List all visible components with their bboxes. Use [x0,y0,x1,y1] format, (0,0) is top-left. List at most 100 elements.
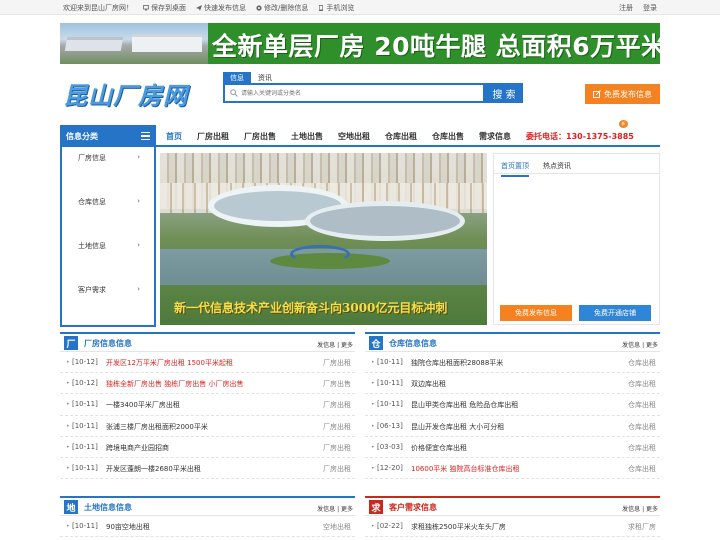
nav-factory-rent[interactable]: 厂房出租 [197,131,229,142]
list-item-category[interactable]: 厂房出租 [323,400,351,410]
section-header: 地 土地信息信息 发信息 | 更多 [60,498,355,516]
nav-home[interactable]: 首页 [166,131,182,142]
right-open-shop-button[interactable]: 免费开通店铺 [579,305,651,321]
list-item-category[interactable]: 仓库出租 [628,358,656,368]
nav-vacant-land-rent[interactable]: 空地出租 [338,131,370,142]
tab-top-posts[interactable]: 首页置顶 [501,161,529,177]
list-item-category[interactable]: 仓库出租 [628,422,656,432]
list-item-category[interactable]: 空地出租 [323,522,351,532]
category-item-land[interactable]: 土地信息 › [78,241,140,251]
list-item-title[interactable]: 张浦三楼厂房出租面积2000平米 [106,422,208,432]
search-box [223,83,485,103]
nav-warehouse-sale[interactable]: 仓库出售 [432,131,464,142]
nav-land-sale[interactable]: 土地出售 [291,131,323,142]
list-item[interactable]: • [10-11] 昆山甲类仓库出租 危险品仓库出租 仓库出租 [365,394,660,416]
list-item-category[interactable]: 仓库出租 [628,443,656,453]
list-item-title[interactable]: 一楼3400平米厂房出租 [106,400,180,410]
list-item-category[interactable]: 仓库出租 [628,379,656,389]
list-item-title[interactable]: 独栋全新厂房出售 独栋厂房出售 小厂房出售 [106,379,243,389]
login-link[interactable]: 登录 [643,3,657,13]
category-panel: 厂房信息 › 仓库信息 › 土地信息 › 客户需求 › [60,147,156,327]
category-item-demand[interactable]: 客户需求 › [78,285,140,295]
hero-slideshow[interactable]: 新一代信息技术产业创新奋斗向3000亿元目标冲刺 [160,153,487,325]
nav-phone: 委托电话：130-1375-3885 [526,132,634,141]
list-item-category[interactable]: 厂房出租 [323,422,351,432]
search-input[interactable] [241,88,481,99]
list-item-category[interactable]: 厂房出租 [323,464,351,474]
site-logo[interactable]: 昆山厂房网 [63,76,188,111]
nav-demand[interactable]: 需求信息 [479,131,511,142]
section-title: 仓库信息信息 [389,339,437,348]
right-publish-button[interactable]: 免费发布信息 [500,305,572,321]
list-item-title[interactable]: 开发区12万平米厂房出租 1500平米起租 [106,358,233,368]
list-item-title[interactable]: 跨境电商产业园招商 [106,443,169,453]
list-item[interactable]: • [10-11] 开发区蓬朗一楼2680平米出租 厂房出租 [60,458,355,480]
warehouse-icon: 仓 [369,336,383,350]
list-item-category[interactable]: 厂房出租 [323,443,351,453]
edit-delete-label: 修改/删除信息 [264,4,309,12]
section-warehouse: 仓 仓库信息信息 发信息 | 更多 • [10-11] 独院仓库出租面积28088平… [365,332,660,480]
list-item-date: [10-12] [72,358,98,366]
list-item-title[interactable]: 价格便宜仓库出租 [411,443,467,453]
list-item-category[interactable]: 仓库出租 [628,400,656,410]
ad-banner[interactable]: 全新单层厂房 20吨牛腿 总面积6万平米 [60,23,660,64]
list-item-category[interactable]: 求租厂房 [628,522,656,532]
edit-delete-link[interactable]: 修改/删除信息 [256,3,308,13]
category-item-factory[interactable]: 厂房信息 › [78,153,140,163]
land-icon: 地 [64,500,78,514]
list-item[interactable]: • [10-12] 独栋全新厂房出售 独栋厂房出售 小厂房出售 厂房出售 [60,373,355,395]
category-item-warehouse[interactable]: 仓库信息 › [78,197,140,207]
list-item[interactable]: • [12-20] 10600平米 独院高台标准仓库出租 仓库出租 [365,458,660,480]
list-item[interactable]: • [10-11] 跨境电商产业园招商 厂房出租 [60,437,355,458]
register-link[interactable]: 注册 [619,3,633,13]
section-title: 客户需求信息 [389,503,437,512]
list-item[interactable]: • [10-12] 开发区12万平米厂房出租 1500平米起租 厂房出租 [60,352,355,374]
list-item-date: [06-13] [377,421,403,430]
main-nav: 信息分类 首页 厂房出租 厂房出售 土地出售 空地出租 仓库出租 仓库出售 需求… [60,125,660,147]
bullet-icon: • [66,443,70,451]
section-title: 土地信息信息 [84,503,132,512]
section-more-link[interactable]: 发信息 | 更多 [317,504,353,513]
list-item[interactable]: • [10-11] 90亩空地出租 空地出租 [60,516,355,538]
list-item-title[interactable]: 求租独栋2500平米火车头厂房 [411,522,506,532]
list-item[interactable]: • [10-11] 张浦三楼厂房出租面积2000平米 厂房出租 [60,416,355,437]
category-menu-button[interactable]: 信息分类 [60,125,156,147]
list-item-title[interactable]: 90亩空地出租 [106,522,150,532]
list-item[interactable]: • [10-11] 独院仓库出租面积28088平米 仓库出租 [365,352,660,374]
list-item-category[interactable]: 厂房出售 [323,379,351,389]
search-button[interactable]: 搜 索 [485,83,523,103]
section-factory: 厂 厂房信息信息 发信息 | 更多 • [10-12] 开发区12万平米厂房出租 1… [60,332,355,480]
bullet-icon: • [371,422,375,430]
list-item-date: [10-11] [72,522,98,530]
nav-links: 首页 厂房出租 厂房出售 土地出售 空地出租 仓库出租 仓库出售 需求信息 委托… [166,131,649,142]
nav-factory-sale[interactable]: 厂房出售 [244,131,276,142]
list-item-category[interactable]: 仓库出租 [628,464,656,474]
section-more-link[interactable]: 发信息 | 更多 [622,340,658,349]
list-item[interactable]: • [06-13] 昆山开发仓库出租 大小可分租 仓库出租 [365,416,660,437]
list-item[interactable]: • [10-11] 双边库出租 仓库出租 [365,373,660,395]
list-item-title[interactable]: 昆山甲类仓库出租 危险品仓库出租 [411,400,518,410]
list-item[interactable]: • [10-11] 一楼3400平米厂房出租 厂房出租 [60,394,355,416]
section-more-link[interactable]: 发信息 | 更多 [622,504,658,513]
list-item-date: [12-20] [377,463,403,472]
publish-button[interactable]: 免费发布信息 [585,84,660,104]
list-item-title[interactable]: 昆山开发仓库出租 大小可分租 [411,422,504,432]
list-item-title[interactable]: 开发区蓬朗一楼2680平米出租 [106,464,201,474]
section-more-link[interactable]: 发信息 | 更多 [317,340,353,349]
list-item-title[interactable]: 双边库出租 [411,379,446,389]
list-item-category[interactable]: 厂房出租 [323,358,351,368]
search-icon [230,89,238,97]
list-item-title[interactable]: 独院仓库出租面积28088平米 [411,358,503,368]
tab-hot-news[interactable]: 热点资讯 [543,161,571,171]
quick-publish-link[interactable]: 快速发布信息 [196,3,246,13]
save-to-desktop-link[interactable]: 保存到桌面 [143,3,186,13]
bullet-icon: • [371,380,375,388]
section-rows: • [10-11] 独院仓库出租面积28088平米 仓库出租 • [10-11] 双边库出租… [365,352,660,480]
chevron-right-icon: › [137,285,140,293]
nav-warehouse-rent[interactable]: 仓库出租 [385,131,417,142]
list-item[interactable]: • [02-22] 求租独栋2500平米火车头厂房 求租厂房 [365,516,660,538]
mobile-view-link[interactable]: 手机浏览 [318,3,354,13]
list-item-title[interactable]: 10600平米 独院高台标准仓库出租 [411,464,520,474]
list-item[interactable]: • [03-03] 价格便宜仓库出租 仓库出租 [365,437,660,458]
hero-ring-building-right [305,201,465,241]
